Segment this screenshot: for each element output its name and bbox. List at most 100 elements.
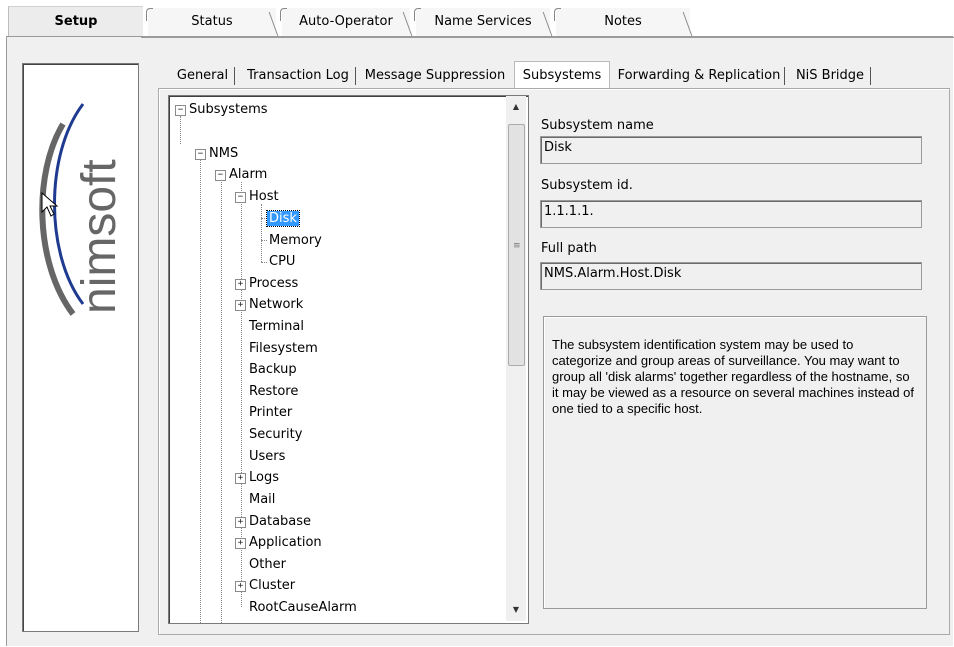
- tree-node-label: Restore: [249, 384, 299, 399]
- tree-node-subsystems[interactable]: − Subsystems: [175, 100, 268, 119]
- tree-scrollbar[interactable]: ▲ ≡ ▼: [506, 96, 526, 621]
- tree-node-process[interactable]: + Process: [235, 274, 298, 293]
- description-panel: The subsystem identification system may …: [543, 316, 927, 609]
- subtab-message-suppression-label: Message Suppression: [364, 68, 506, 83]
- tree-node-mail[interactable]: Mail: [249, 490, 275, 509]
- subtab-nis-bridge-label: NiS Bridge: [795, 68, 865, 83]
- tab-status-label: Status: [191, 14, 233, 29]
- tree-node-application[interactable]: + Application: [235, 533, 322, 552]
- tree-node-label: Process: [249, 276, 299, 291]
- tree-node-disk[interactable]: Disk: [266, 209, 300, 228]
- tab-name-services[interactable]: Name Services: [414, 8, 550, 36]
- full-path-label: Full path: [541, 241, 597, 256]
- logo-panel: nimsoft: [22, 63, 139, 632]
- expand-icon[interactable]: +: [235, 279, 246, 290]
- expand-icon[interactable]: +: [235, 581, 246, 592]
- subtab-transaction-log[interactable]: Transaction Log: [240, 64, 356, 88]
- subtab-subsystems[interactable]: Subsystems: [514, 61, 610, 90]
- subtab-general-label: General: [176, 68, 229, 83]
- scroll-down-arrow-icon[interactable]: ▼: [506, 601, 526, 619]
- description-text: The subsystem identification system may …: [552, 337, 915, 416]
- tree-node-label: Terminal: [249, 319, 304, 334]
- subtab-transaction-log-label: Transaction Log: [247, 68, 349, 83]
- tree-node-label: Backup: [249, 362, 297, 377]
- tree-node-label: Mail: [249, 492, 276, 507]
- subtab-forwarding-replication[interactable]: Forwarding & Replication: [613, 64, 785, 88]
- tree-node-label: NMS: [209, 146, 239, 161]
- tree-node-nms[interactable]: − NMS: [195, 144, 238, 163]
- tree-node-other[interactable]: Other: [249, 555, 286, 574]
- mouse-cursor-icon: [41, 192, 59, 217]
- tree-node-terminal[interactable]: Terminal: [249, 317, 304, 336]
- tree-node-label: Cluster: [249, 578, 296, 593]
- tree-node-host[interactable]: − Host: [235, 187, 279, 206]
- tree-node-memory[interactable]: Memory: [269, 231, 322, 250]
- subsystem-id-field[interactable]: 1.1.1.1.: [540, 200, 922, 228]
- subtab-forwarding-replication-label: Forwarding & Replication: [617, 68, 781, 83]
- subsystem-id-label: Subsystem id.: [541, 178, 633, 193]
- tree-line: [200, 160, 201, 623]
- expand-icon[interactable]: +: [235, 538, 246, 549]
- tree-line: [261, 204, 262, 262]
- tab-name-services-label: Name Services: [434, 14, 532, 29]
- tree-node-label: Security: [249, 427, 303, 442]
- subsystem-name-field[interactable]: Disk: [540, 136, 922, 164]
- tab-notes[interactable]: Notes: [554, 8, 690, 36]
- collapse-icon[interactable]: −: [215, 170, 226, 181]
- tree-node-label: Subsystems: [189, 102, 268, 117]
- tree-line: [261, 240, 267, 241]
- tree-node-label: Database: [249, 514, 312, 529]
- tree-node-security[interactable]: Security: [249, 425, 302, 444]
- tree-node-label: Users: [249, 449, 286, 464]
- tree-node-cpu[interactable]: CPU: [269, 252, 295, 271]
- tree-node-label: RootCauseAlarm: [249, 600, 357, 615]
- tab-auto-operator[interactable]: Auto-Operator: [280, 8, 410, 36]
- scroll-thumb[interactable]: ≡: [508, 124, 525, 366]
- tree-node-printer[interactable]: Printer: [249, 403, 292, 422]
- tree-node-restore[interactable]: Restore: [249, 382, 298, 401]
- tree-node-network[interactable]: + Network: [235, 295, 303, 314]
- tab-auto-operator-label: Auto-Operator: [299, 14, 393, 29]
- expand-icon[interactable]: +: [235, 473, 246, 484]
- tab-status[interactable]: Status: [146, 8, 276, 36]
- subsystem-name-label: Subsystem name: [541, 118, 654, 133]
- tree-node-label: Logs: [249, 470, 279, 485]
- tree-node-label: Network: [249, 297, 304, 312]
- collapse-icon[interactable]: −: [175, 105, 186, 116]
- subtab-subsystems-label: Subsystems: [522, 68, 602, 83]
- tree-node-label: Filesystem: [249, 341, 318, 356]
- logo-text: nimsoft: [73, 159, 126, 314]
- tree-node-alarm[interactable]: − Alarm: [215, 165, 267, 184]
- nimsoft-logo: nimsoft: [39, 103, 126, 316]
- tree-node-database[interactable]: + Database: [235, 512, 311, 531]
- tree-node-label: CPU: [269, 254, 296, 269]
- tree-line: [180, 116, 181, 144]
- tree-line: [261, 262, 267, 263]
- tree-node-logs[interactable]: + Logs: [235, 468, 279, 487]
- tree-node-backup[interactable]: Backup: [249, 360, 297, 379]
- subtab-message-suppression[interactable]: Message Suppression: [360, 64, 510, 88]
- tree-node-users[interactable]: Users: [249, 447, 285, 466]
- tree-node-label: Printer: [249, 405, 293, 420]
- tab-setup-label: Setup: [54, 14, 98, 29]
- tree-node-cluster[interactable]: + Cluster: [235, 576, 295, 595]
- tree-node-label: Disk: [266, 210, 300, 227]
- subtab-nis-bridge[interactable]: NiS Bridge: [789, 64, 871, 88]
- expand-icon[interactable]: +: [235, 300, 246, 311]
- tree-node-label: Memory: [269, 233, 322, 248]
- scroll-up-arrow-icon[interactable]: ▲: [506, 98, 526, 116]
- tab-notes-label: Notes: [604, 14, 642, 29]
- subsystems-tree[interactable]: − Subsystems − NMS − Alarm − Host Disk Memor…: [168, 95, 529, 624]
- tree-node-filesystem[interactable]: Filesystem: [249, 339, 318, 358]
- collapse-icon[interactable]: −: [235, 192, 246, 203]
- expand-icon[interactable]: +: [235, 517, 246, 528]
- full-path-field[interactable]: NMS.Alarm.Host.Disk: [540, 262, 922, 290]
- tab-strip-divider: [141, 37, 954, 38]
- tree-node-label: Host: [249, 189, 279, 204]
- subtab-general[interactable]: General: [170, 64, 235, 88]
- tab-setup[interactable]: Setup: [8, 6, 143, 37]
- tree-line: [221, 182, 222, 623]
- collapse-icon[interactable]: −: [195, 149, 206, 160]
- grip-icon: ≡: [513, 241, 521, 251]
- tree-node-rootcausealarm[interactable]: RootCauseAlarm: [249, 598, 357, 617]
